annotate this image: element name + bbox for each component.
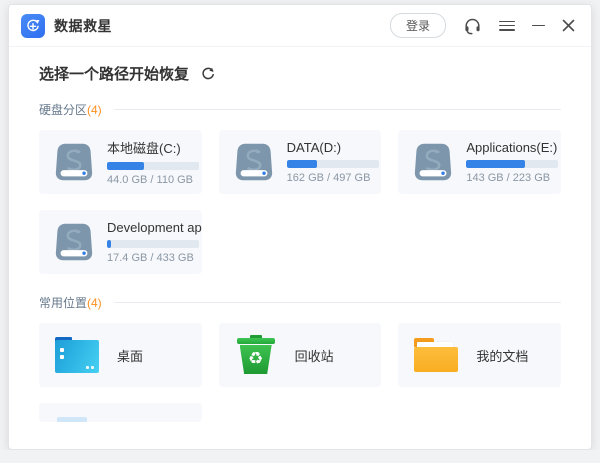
section-divider: [114, 302, 561, 303]
desktop-background-strip: [0, 450, 600, 463]
partition-name: 本地磁盘(C:): [107, 138, 202, 157]
desktop-icon: [55, 337, 99, 373]
partitions-count-badge: (4): [87, 103, 102, 117]
partition-name: DATA(D:): [287, 140, 382, 155]
partition-size-text: 143 GB / 223 GB: [466, 172, 561, 184]
partitions-section-header: 硬盘分区(4): [39, 101, 561, 118]
content-area: 选择一个路径开始恢复 硬盘分区(4) 本地磁盘(C:) 44.0 GB / 11…: [9, 47, 591, 422]
location-card-my-documents[interactable]: 我的文档: [398, 323, 561, 387]
location-card-recycle-bin[interactable]: ♻ 回收站: [219, 323, 382, 387]
location-card-partial[interactable]: [39, 403, 202, 422]
menu-icon[interactable]: [499, 21, 515, 31]
close-icon[interactable]: [562, 19, 575, 32]
partition-card-f[interactable]: Development apps(F:) 17.4 GB / 433 GB: [39, 210, 202, 274]
partitions-section-label: 硬盘分区: [39, 101, 87, 118]
partial-location-icon: [57, 417, 87, 422]
usage-progress-bar: [287, 160, 379, 168]
usage-progress-bar: [107, 162, 199, 170]
page-title: 选择一个路径开始恢复: [39, 63, 189, 84]
recycle-bin-icon: ♻: [235, 335, 277, 375]
hard-drive-icon: [410, 139, 456, 185]
partition-card-c[interactable]: 本地磁盘(C:) 44.0 GB / 110 GB: [39, 130, 202, 194]
partition-card-e[interactable]: Applications(E:) 143 GB / 223 GB: [398, 130, 561, 194]
hard-drive-icon: [51, 219, 97, 265]
locations-count-badge: (4): [87, 296, 102, 310]
app-logo-icon: [21, 14, 45, 38]
minimize-icon[interactable]: [532, 25, 545, 27]
location-card-desktop[interactable]: 桌面: [39, 323, 202, 387]
hard-drive-icon: [231, 139, 277, 185]
menu-lines: [499, 21, 515, 31]
documents-folder-icon: [414, 338, 458, 372]
login-button[interactable]: 登录: [390, 13, 446, 38]
partition-info: 本地磁盘(C:) 44.0 GB / 110 GB: [107, 138, 202, 186]
usage-progress-bar: [466, 160, 558, 168]
location-label: 回收站: [295, 346, 334, 365]
locations-section-header: 常用位置(4): [39, 294, 561, 311]
locations-section-label: 常用位置: [39, 294, 87, 311]
app-title: 数据救星: [54, 16, 112, 36]
locations-grid: 桌面 ♻ 回收站 我的文档: [39, 323, 561, 422]
recycle-symbol: ♻: [248, 351, 263, 368]
partition-info: Development apps(F:) 17.4 GB / 433 GB: [107, 220, 202, 264]
location-label: 我的文档: [476, 346, 528, 365]
partition-name: Development apps(F:): [107, 220, 202, 235]
partition-name: Applications(E:): [466, 140, 561, 155]
refresh-icon[interactable]: [201, 67, 215, 81]
titlebar: 数据救星 登录: [9, 5, 591, 47]
partition-size-text: 44.0 GB / 110 GB: [107, 174, 202, 186]
partition-info: Applications(E:) 143 GB / 223 GB: [466, 140, 561, 184]
hard-drive-icon: [51, 139, 97, 185]
app-window: 数据救星 登录 选择一个路径开始恢复: [8, 4, 592, 450]
location-label: 桌面: [117, 346, 143, 365]
partition-info: DATA(D:) 162 GB / 497 GB: [287, 140, 382, 184]
partition-size-text: 162 GB / 497 GB: [287, 172, 382, 184]
partition-size-text: 17.4 GB / 433 GB: [107, 252, 202, 264]
headset-support-icon[interactable]: [463, 16, 482, 35]
usage-progress-bar: [107, 240, 199, 248]
section-divider: [114, 109, 561, 110]
partition-card-d[interactable]: DATA(D:) 162 GB / 497 GB: [219, 130, 382, 194]
partitions-grid: 本地磁盘(C:) 44.0 GB / 110 GB DATA(D:) 162 G…: [39, 130, 561, 274]
